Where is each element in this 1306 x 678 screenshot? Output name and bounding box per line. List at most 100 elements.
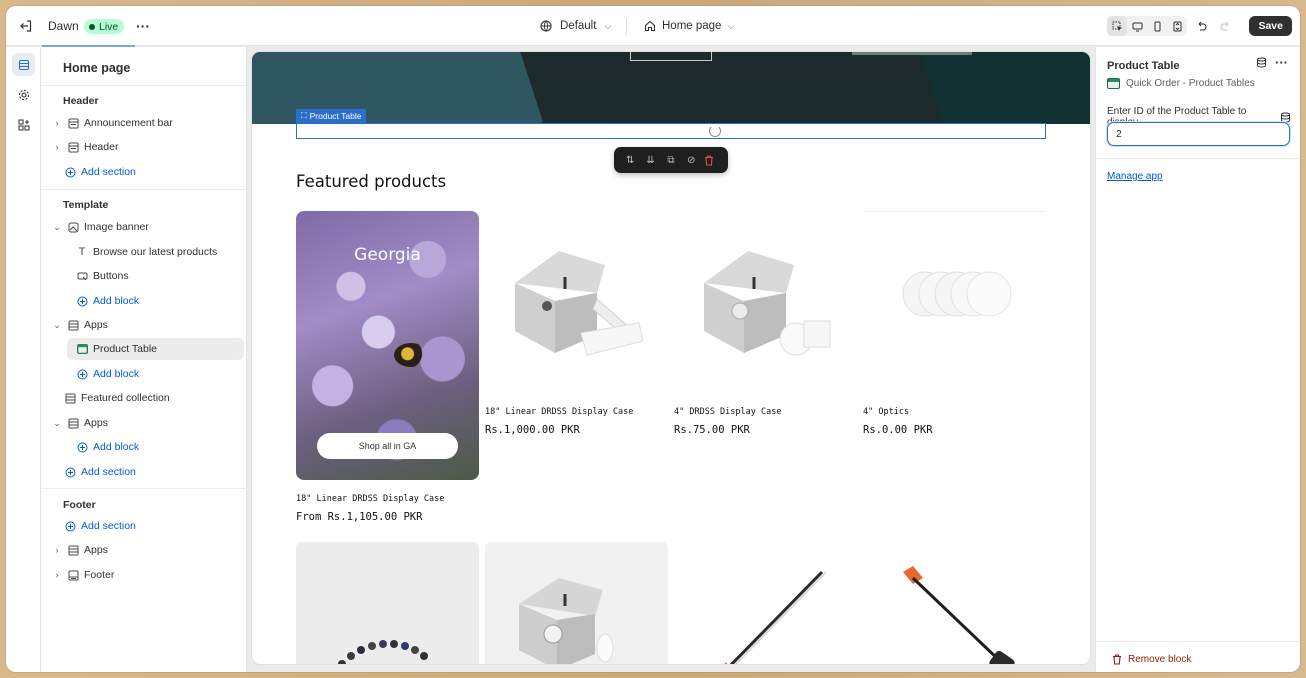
product-table-tag[interactable]: ⛶ Product Table — [296, 109, 367, 123]
bee-illustration — [394, 343, 428, 367]
chevron-down-icon: ⌵ — [727, 20, 735, 31]
product-card[interactable]: Georgia Shop all in GA 18" Linear DRDSS … — [296, 211, 479, 531]
add-block-button[interactable]: Add block — [76, 363, 139, 385]
product-card[interactable]: 4" Optics Rs.0.00 PKR — [863, 211, 1046, 441]
sections-icon[interactable] — [12, 53, 35, 76]
add-section-label: Add section — [81, 166, 136, 178]
divider — [41, 488, 247, 489]
duplicate-icon[interactable]: ⧉ — [663, 155, 679, 166]
section-footer[interactable]: › Footer — [52, 564, 237, 586]
dynamic-source-icon[interactable] — [1280, 112, 1291, 123]
apps-section-icon — [67, 320, 79, 331]
chevron-right-icon[interactable]: › — [52, 545, 62, 555]
live-status-badge: Live — [84, 19, 125, 34]
product-card[interactable]: 4" DRDSS Display Case Rs.75.00 PKR — [674, 211, 857, 441]
template-label: Default — [560, 20, 597, 32]
add-block-button[interactable]: Add block — [76, 290, 139, 312]
product-image[interactable] — [485, 211, 668, 394]
fullscreen-icon[interactable] — [1167, 16, 1187, 36]
product-table-id-input[interactable] — [1107, 122, 1290, 146]
footer-icon — [67, 570, 79, 581]
manage-app-link[interactable]: Manage app — [1107, 171, 1163, 182]
add-section-label: Add section — [81, 466, 136, 478]
exit-icon[interactable] — [18, 6, 34, 46]
product-image[interactable] — [674, 542, 857, 664]
page-title: Home page — [63, 61, 131, 75]
template-group-heading: Template — [63, 199, 109, 211]
settings-gear-icon[interactable] — [12, 83, 35, 106]
move-up-icon[interactable]: ⇅ — [622, 155, 638, 166]
chevron-down-icon[interactable]: ⌄ — [52, 418, 62, 429]
apps-icon[interactable] — [12, 113, 35, 136]
product-card[interactable]: 18" Linear DRDSS Display Case Rs.1,000.0… — [485, 211, 668, 441]
block-label: Browse our latest products — [93, 246, 218, 258]
section-icon — [67, 118, 79, 129]
block-product-table[interactable]: Product Table — [67, 338, 244, 360]
live-dot-icon — [89, 23, 95, 30]
section-apps[interactable]: ⌄ Apps — [52, 412, 237, 434]
section-announcement-bar[interactable]: › Announcement bar — [52, 112, 237, 134]
section-apps[interactable]: ⌄ Apps — [52, 314, 237, 336]
add-block-label: Add block — [93, 441, 140, 453]
page-selector[interactable]: Home page ⌵ — [644, 6, 734, 46]
more-actions-icon[interactable]: ··· — [136, 6, 150, 46]
add-block-label: Add block — [93, 295, 140, 307]
view-tools — [1107, 16, 1188, 36]
trash-icon — [1113, 654, 1121, 665]
product-title[interactable]: 18" Linear DRDSS Display Case — [296, 494, 444, 504]
chevron-right-icon[interactable]: › — [52, 118, 62, 128]
product-image[interactable] — [863, 542, 1046, 664]
plus-circle-icon — [64, 467, 76, 478]
block-buttons[interactable]: Buttons — [76, 265, 237, 287]
product-image[interactable] — [674, 211, 857, 394]
product-title[interactable]: 4" Optics — [863, 407, 909, 417]
add-section-button[interactable]: Add section — [64, 515, 136, 537]
chevron-down-icon[interactable]: ⌄ — [52, 222, 62, 233]
hide-eye-icon[interactable]: ⊘ — [683, 155, 699, 166]
remove-block-label: Remove block — [1128, 654, 1192, 665]
block-browse-text[interactable]: T Browse our latest products — [76, 241, 237, 263]
undo-icon[interactable] — [1191, 16, 1211, 36]
featured-products-heading: Featured products — [296, 172, 447, 191]
image-banner-preview[interactable] — [252, 52, 1090, 124]
mobile-view-icon[interactable] — [1147, 16, 1167, 36]
save-button[interactable]: Save — [1249, 16, 1292, 36]
section-header[interactable]: › Header — [52, 136, 237, 158]
more-actions-icon[interactable]: ··· — [1275, 56, 1288, 69]
dynamic-source-icon[interactable] — [1256, 57, 1267, 68]
move-down-icon[interactable]: ⇊ — [643, 155, 659, 166]
section-label: Apps — [84, 319, 108, 331]
plus-circle-icon — [64, 167, 76, 178]
product-image[interactable] — [863, 211, 1046, 394]
store-preview[interactable]: ⛶ Product Table ⇅ ⇊ ⧉ ⊘ Featured product… — [252, 52, 1090, 664]
section-apps[interactable]: › Apps — [52, 539, 237, 561]
product-table-block-outline[interactable] — [296, 123, 1046, 139]
chevron-right-icon[interactable]: › — [52, 570, 62, 580]
section-image-banner[interactable]: ⌄ Image banner — [52, 216, 237, 238]
block-settings-panel: Product Table ··· Quick Order - Product … — [1095, 47, 1300, 672]
chevron-down-icon[interactable]: ⌄ — [52, 320, 62, 331]
divider — [1096, 158, 1300, 159]
loading-spinner-icon — [709, 125, 721, 137]
desktop-view-icon[interactable] — [1127, 16, 1147, 36]
add-section-button[interactable]: Add section — [64, 461, 136, 483]
section-label: Apps — [84, 544, 108, 556]
shop-all-button[interactable]: Shop all in GA — [317, 433, 458, 459]
product-image[interactable] — [296, 542, 479, 664]
remove-block-button[interactable]: Remove block — [1112, 654, 1191, 665]
divider — [626, 18, 627, 35]
product-image[interactable] — [485, 542, 668, 664]
georgia-promo-image[interactable]: Georgia Shop all in GA — [296, 211, 479, 480]
product-title[interactable]: 4" DRDSS Display Case — [674, 407, 781, 417]
add-section-button[interactable]: Add section — [64, 161, 136, 183]
template-selector[interactable]: Default ⌵ — [540, 6, 611, 46]
app-source: Quick Order - Product Tables — [1107, 78, 1255, 89]
delete-trash-icon[interactable] — [704, 154, 720, 166]
product-title[interactable]: 18" Linear DRDSS Display Case — [485, 407, 633, 417]
redo-icon[interactable] — [1215, 16, 1235, 36]
section-featured-collection[interactable]: Featured collection — [64, 387, 237, 409]
inspector-icon[interactable] — [1107, 16, 1128, 36]
select-frame-icon: ⛶ — [301, 111, 307, 120]
add-block-button[interactable]: Add block — [76, 436, 139, 458]
chevron-right-icon[interactable]: › — [52, 142, 62, 152]
